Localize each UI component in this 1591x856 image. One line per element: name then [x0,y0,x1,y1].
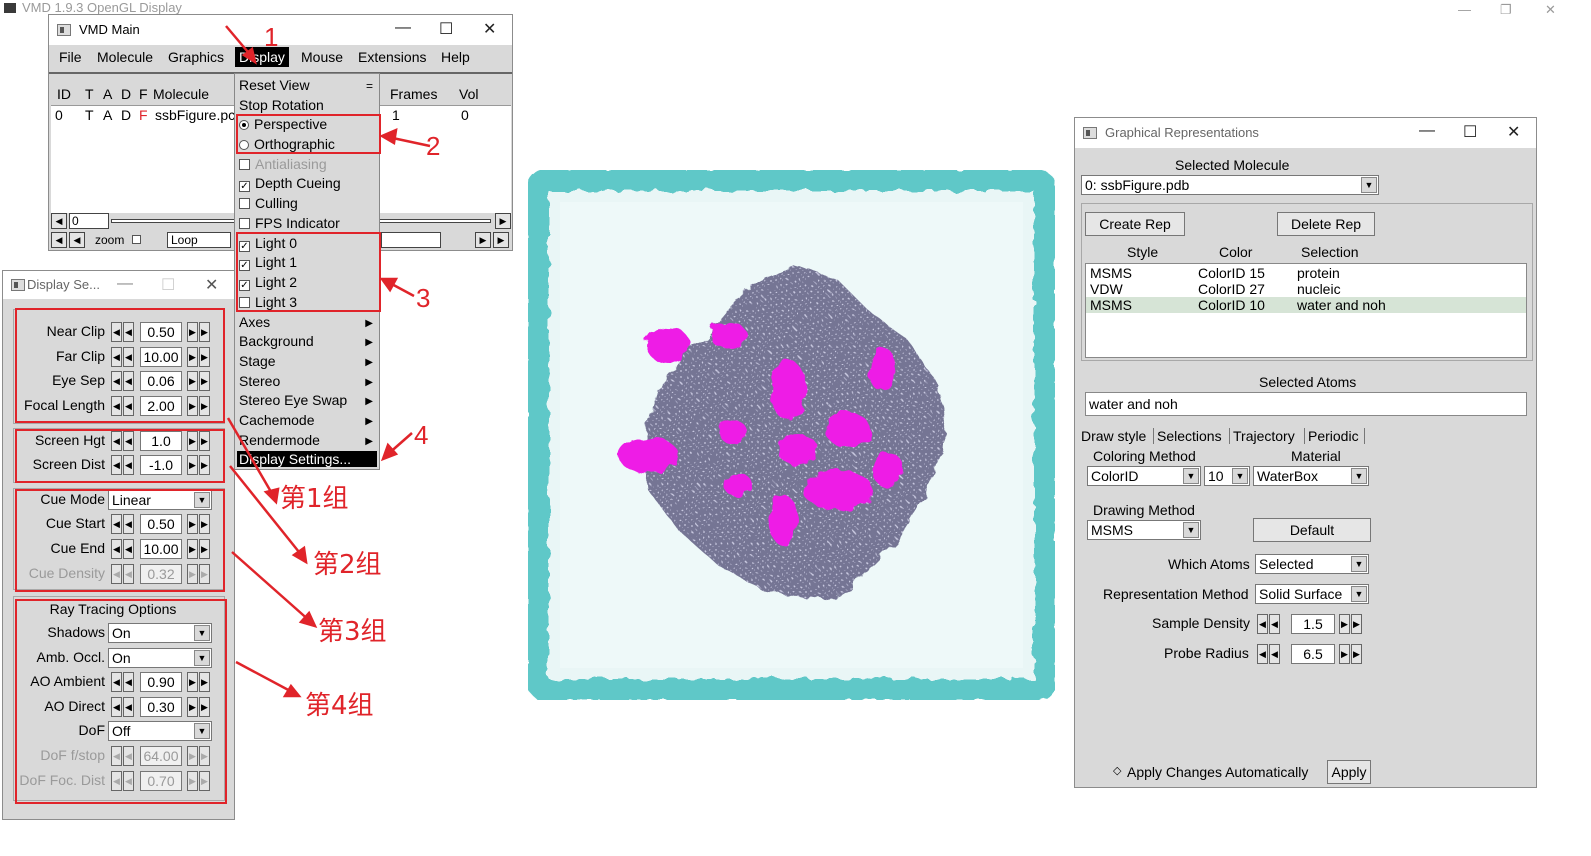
annotation-2: 2 [426,131,441,161]
annotation-group1: 第1组 [280,484,349,514]
annotation-4: 4 [414,420,429,450]
annotation-3: 3 [416,283,431,313]
annotation-group3: 第3组 [318,617,387,647]
annotation-group4: 第4组 [305,691,374,721]
annotation-arrows [225,25,431,698]
annotation-1: 1 [264,22,279,52]
annotation-group2: 第2组 [313,550,382,580]
